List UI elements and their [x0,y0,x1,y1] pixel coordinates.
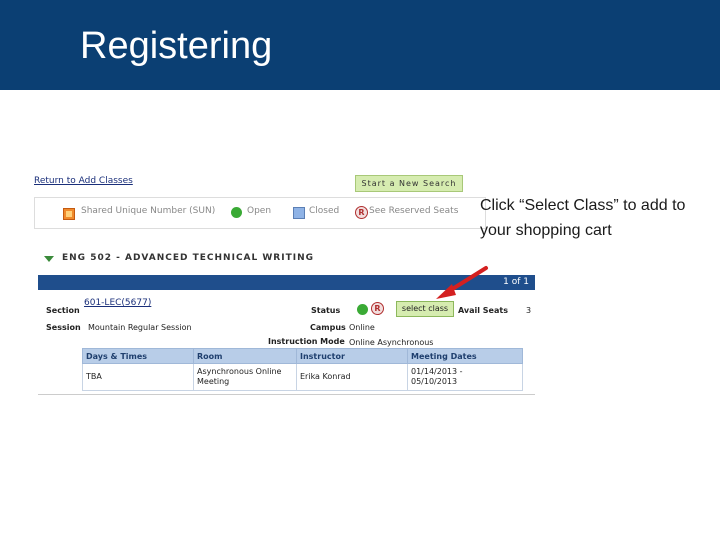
table-header-row: Days & Times Room Instructor Meeting Dat… [82,348,523,364]
legend-closed-label: Closed [309,206,340,216]
instruction-mode-label: Instruction Mode [268,337,345,346]
session-label: Session [46,323,81,332]
divider [38,394,535,395]
legend-reserved-label: See Reserved Seats [369,206,459,216]
closed-square-icon [293,207,305,219]
reserved-r-icon: R [371,302,384,315]
legend-sun-label: Shared Unique Number (SUN) [81,206,216,216]
callout-text: Click “Select Class” to add to your shop… [480,197,686,239]
open-dot-icon [357,304,368,315]
instruction-mode-value: Online Asynchronous [349,338,434,347]
avail-seats-value: 3 [526,306,532,315]
avail-seats-label: Avail Seats [458,306,508,315]
legend-open-label: Open [247,206,272,216]
return-to-add-classes-link[interactable]: Return to Add Classes [34,176,133,186]
course-title: ENG 502 - ADVANCED TECHNICAL WRITING [62,253,314,263]
reserved-r-icon: R [355,206,368,219]
section-link[interactable]: 601-LEC(5677) [84,298,151,308]
col-room: Room [193,348,297,364]
collapse-triangle-icon[interactable] [44,256,54,262]
cell-instructor: Erika Konrad [296,363,408,391]
campus-label: Campus [310,323,346,332]
legend: Shared Unique Number (SUN) Open Closed R… [34,197,486,229]
status-label: Status [311,306,341,315]
table-row: TBA Asynchronous Online Meeting Erika Ko… [82,363,523,391]
col-days-times: Days & Times [82,348,194,364]
open-dot-icon [231,207,242,218]
session-value: Mountain Regular Session [88,323,192,332]
col-instructor: Instructor [296,348,408,364]
meeting-table: Days & Times Room Instructor Meeting Dat… [82,348,523,391]
select-class-button[interactable]: select class [396,301,454,317]
pager-text: 1 of 1 [503,277,529,287]
cell-room: Asynchronous Online Meeting [193,363,297,391]
title-banner: Registering [0,0,720,90]
start-new-search-button[interactable]: Start a New Search [355,175,463,192]
section-label: Section [46,306,80,315]
red-arrow-icon [436,266,488,299]
cell-meeting-dates: 01/14/2013 - 05/10/2013 [407,363,523,391]
campus-value: Online [349,323,375,332]
cell-days-times: TBA [82,363,194,391]
col-meeting-dates: Meeting Dates [407,348,523,364]
slide-title: Registering [80,25,273,67]
sun-icon [63,208,75,220]
